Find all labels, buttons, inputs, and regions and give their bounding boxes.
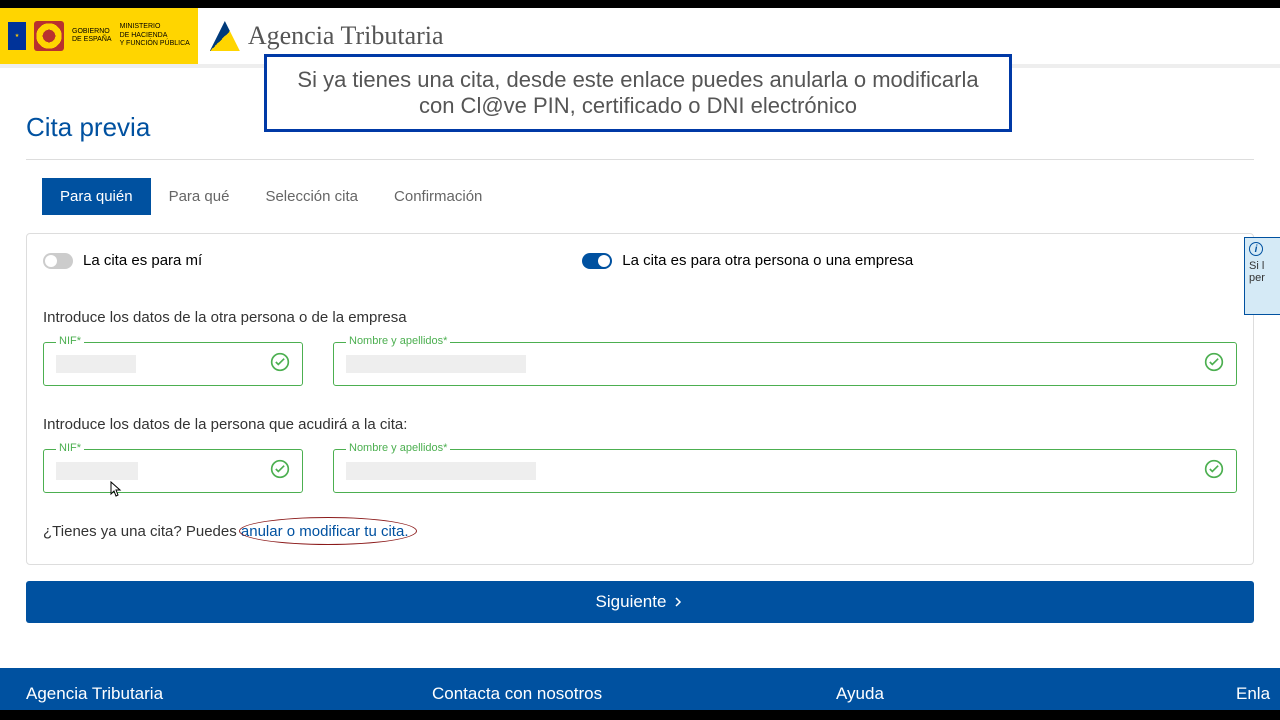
- footer: Agencia Tributaria Contacta con nosotros…: [0, 668, 1280, 710]
- tab-seleccion-cita[interactable]: Selección cita: [247, 178, 376, 215]
- tab-para-quien[interactable]: Para quién: [42, 178, 151, 215]
- toggle-for-me[interactable]: [43, 253, 73, 269]
- wizard-tabs: Para quién Para qué Selección cita Confi…: [26, 178, 1254, 215]
- check-icon: [270, 352, 290, 377]
- side-info-panel[interactable]: i Si l per: [1244, 237, 1280, 315]
- toggle-for-me-label: La cita es para mí: [83, 252, 202, 269]
- toggle-for-other-label: La cita es para otra persona o una empre…: [622, 252, 913, 269]
- footer-agency[interactable]: Agencia Tributaria: [26, 684, 432, 704]
- info-callout: Si ya tienes una cita, desde este enlace…: [264, 54, 1012, 132]
- info-icon: i: [1249, 242, 1263, 256]
- form-card: La cita es para mí La cita es para otra …: [26, 233, 1254, 565]
- section-attendee-label: Introduce los datos de la persona que ac…: [43, 416, 1237, 433]
- existing-appointment-question: ¿Tienes ya una cita? Puedes anular o mod…: [43, 523, 1237, 540]
- eu-flag-icon: [8, 22, 26, 50]
- next-button[interactable]: Siguiente: [26, 581, 1254, 623]
- agency-title: Agencia Tributaria: [248, 21, 444, 51]
- other-nif-value: [56, 355, 136, 373]
- footer-help[interactable]: Ayuda: [836, 684, 1236, 704]
- tab-confirmacion[interactable]: Confirmación: [376, 178, 500, 215]
- government-badge: GOBIERNO DE ESPAÑA MINISTERIO DE HACIEND…: [0, 8, 198, 64]
- other-name-value: [346, 355, 526, 373]
- section-other-person-label: Introduce los datos de la otra persona o…: [43, 309, 1237, 326]
- other-name-field[interactable]: Nombre y apellidos*: [333, 342, 1237, 386]
- attendee-nif-value: [56, 462, 138, 480]
- attendee-name-value: [346, 462, 536, 480]
- agency-logo-icon: [210, 21, 240, 51]
- other-nif-field[interactable]: NIF*: [43, 342, 303, 386]
- modify-appointment-link[interactable]: anular o modificar tu cita.: [241, 523, 409, 540]
- footer-contact[interactable]: Contacta con nosotros: [432, 684, 836, 704]
- tab-para-que[interactable]: Para qué: [151, 178, 248, 215]
- attendee-nif-field[interactable]: NIF*: [43, 449, 303, 493]
- check-icon: [270, 459, 290, 484]
- check-icon: [1204, 352, 1224, 377]
- check-icon: [1204, 459, 1224, 484]
- toggle-for-other[interactable]: [582, 253, 612, 269]
- attendee-name-field[interactable]: Nombre y apellidos*: [333, 449, 1237, 493]
- footer-links[interactable]: Enla: [1236, 684, 1270, 704]
- coat-of-arms-icon: [34, 21, 64, 51]
- chevron-right-icon: [672, 596, 684, 608]
